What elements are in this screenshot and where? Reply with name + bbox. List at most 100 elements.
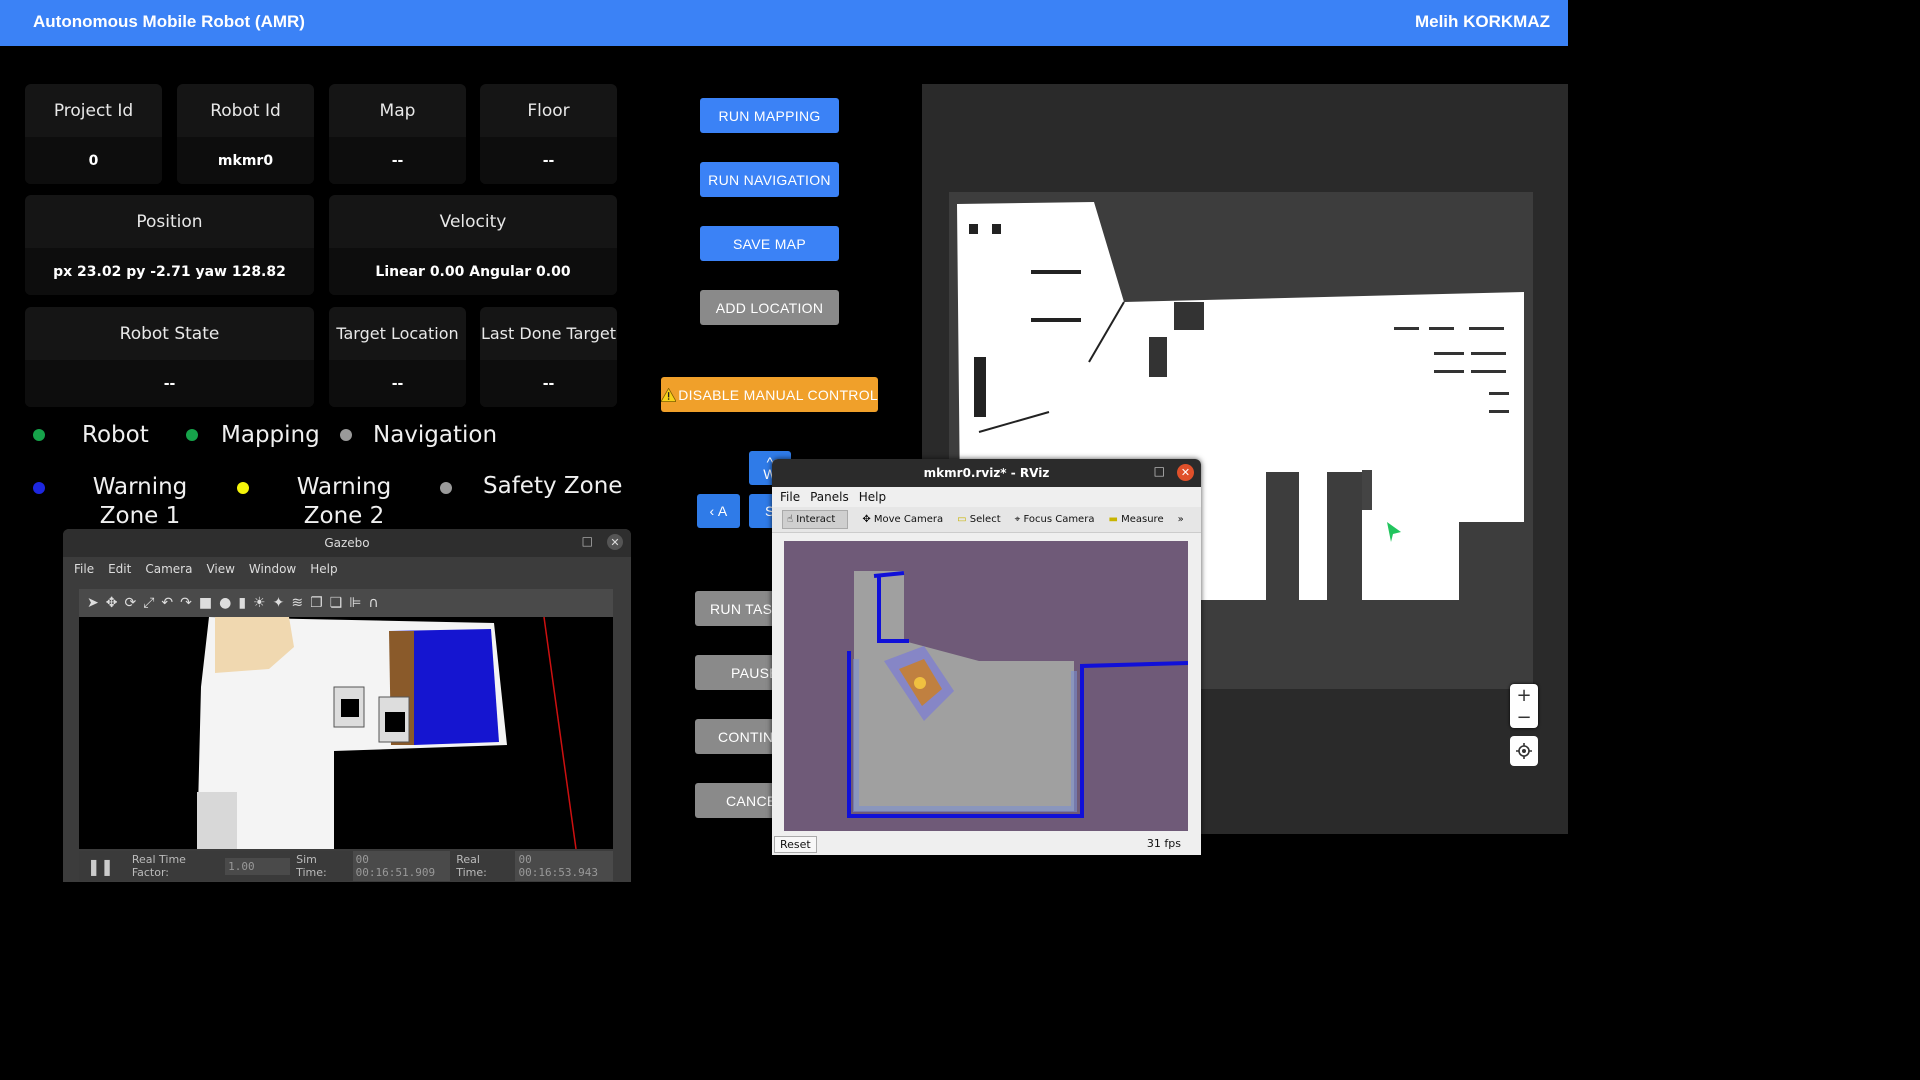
save-map-button[interactable]: SAVE MAP [700,226,839,261]
position-card: Position px 23.02 py -2.71 yaw 128.82 [25,195,314,295]
robot-id-card: Robot Id mkmr0 [177,84,314,184]
snap-icon[interactable]: ∩ [368,595,378,611]
move-camera-tool[interactable]: ✥ Move Camera [862,514,943,525]
turn-left-button[interactable]: ‹ A [697,494,740,528]
focus-camera-tool[interactable]: ⌖ Focus Camera [1015,514,1095,525]
run-navigation-button[interactable]: RUN NAVIGATION [700,162,839,197]
close-icon[interactable]: ✕ [607,534,623,550]
card-value: px 23.02 py -2.71 yaw 128.82 [25,248,314,295]
warning-zone-1-dot [33,482,45,494]
disable-manual-control-button[interactable]: DISABLE MANUAL CONTROL [661,377,878,412]
rviz-title: mkmr0.rviz* - RViz [923,466,1050,480]
gazebo-3d-view[interactable] [79,617,613,849]
rviz-titlebar: mkmr0.rviz* - RViz □ ✕ [772,459,1201,487]
pause-icon[interactable]: ❚❚ [87,857,114,876]
legend-line: Zone 2 [303,503,385,529]
menu-file[interactable]: File [74,562,94,576]
move-icon: ✥ [862,514,871,525]
card-value: 0 [25,137,162,184]
hand-icon: ☝ [787,514,794,525]
light-icon[interactable]: ☀ [253,595,266,611]
reset-button[interactable]: Reset [774,836,817,853]
close-icon[interactable]: ✕ [1177,464,1194,481]
tool-label: Move Camera [873,514,944,525]
maximize-icon[interactable]: □ [1154,464,1165,478]
maximize-icon[interactable]: □ [582,534,593,548]
paste-icon[interactable]: ❏ [330,595,343,611]
gazebo-titlebar: Gazebo □ ✕ [63,529,631,557]
card-value: Linear 0.00 Angular 0.00 [329,248,617,295]
gazebo-menubar: File Edit Camera View Window Help [74,562,338,576]
sim-time-value: 00 00:16:51.909 [352,851,451,881]
rviz-costmap [784,541,1188,831]
tool-label: Interact [796,514,836,525]
tool-label: Measure [1121,514,1164,525]
select-tool[interactable]: ▭ Select [957,514,1001,525]
copy-icon[interactable]: ❐ [310,595,323,611]
tool-label: Select [969,514,1001,525]
scale-icon[interactable]: ⤢ [143,595,154,611]
zoom-control: + − [1510,684,1538,728]
top-app-bar: Autonomous Mobile Robot (AMR) Melih KORK… [0,0,1568,46]
card-label: Project Id [53,100,134,121]
status-dot [340,429,352,441]
menu-edit[interactable]: Edit [108,562,131,576]
spot-light-icon[interactable]: ✦ [273,595,285,611]
user-name: Melih KORKMAZ [1414,12,1550,31]
menu-window[interactable]: Window [249,562,296,576]
menu-view[interactable]: View [206,562,234,576]
menu-help[interactable]: Help [310,562,337,576]
real-time-value: 00 00:16:53.943 [515,851,613,881]
cylinder-icon[interactable]: ▮ [238,595,246,611]
card-label: Robot State [119,323,220,344]
card-value: -- [329,360,466,407]
card-value: -- [480,137,617,184]
card-value: -- [480,360,617,407]
gazebo-scene [79,617,613,849]
directional-light-icon[interactable]: ≋ [291,595,303,611]
card-value: -- [329,137,466,184]
status-mapping: Mapping [186,422,320,448]
legend-line: Zone 1 [99,503,181,529]
rotate-icon[interactable]: ⟳ [124,595,136,611]
card-label: Velocity [439,211,507,232]
target-location-card: Target Location -- [329,307,466,407]
more-tools-icon[interactable]: » [1178,514,1184,525]
select-arrow-icon[interactable]: ➤ [87,595,99,611]
rviz-toolbar: ☝ Interact ✥ Move Camera ▭ Select ⌖ Focu… [772,507,1201,533]
menu-file[interactable]: File [780,490,800,504]
ruler-icon: ▬ [1108,514,1118,525]
undo-icon[interactable]: ↶ [161,595,173,611]
safety-zone-label: Safety Zone [483,473,623,499]
project-id-card: Project Id 0 [25,84,162,184]
status-label: Mapping [221,422,320,448]
translate-icon[interactable]: ✥ [106,595,118,611]
measure-tool[interactable]: ▬ Measure [1108,514,1163,525]
robot-state-card: Robot State -- [25,307,314,407]
card-label: Position [136,211,203,232]
map-card: Map -- [329,84,466,184]
zoom-out-button[interactable]: − [1510,706,1538,728]
menu-help[interactable]: Help [859,490,886,504]
velocity-card: Velocity Linear 0.00 Angular 0.00 [329,195,617,295]
tool-label: Focus Camera [1023,514,1095,525]
run-mapping-button[interactable]: RUN MAPPING [700,98,839,133]
status-dot [186,429,198,441]
menu-panels[interactable]: Panels [810,490,849,504]
menu-camera[interactable]: Camera [145,562,192,576]
sphere-icon[interactable]: ● [219,595,231,611]
status-label: Navigation [373,422,498,448]
warning-icon [661,387,677,402]
rviz-3d-view[interactable] [784,541,1188,831]
zoom-in-button[interactable]: + [1510,684,1538,706]
add-location-button[interactable]: ADD LOCATION [700,290,839,325]
warning-zone-1-label: Warning Zone 1 [80,473,200,531]
locate-button[interactable] [1510,736,1538,766]
redo-icon[interactable]: ↷ [180,595,192,611]
box-icon[interactable]: ■ [199,595,212,611]
rviz-bottom-bar: Reset 31 fps [772,835,1200,855]
warning-zone-2-label: Warning Zone 2 [284,473,404,531]
interact-tool[interactable]: ☝ Interact [782,510,849,529]
sim-time-label: Sim Time: [296,853,327,879]
align-icon[interactable]: ⊫ [349,595,361,611]
